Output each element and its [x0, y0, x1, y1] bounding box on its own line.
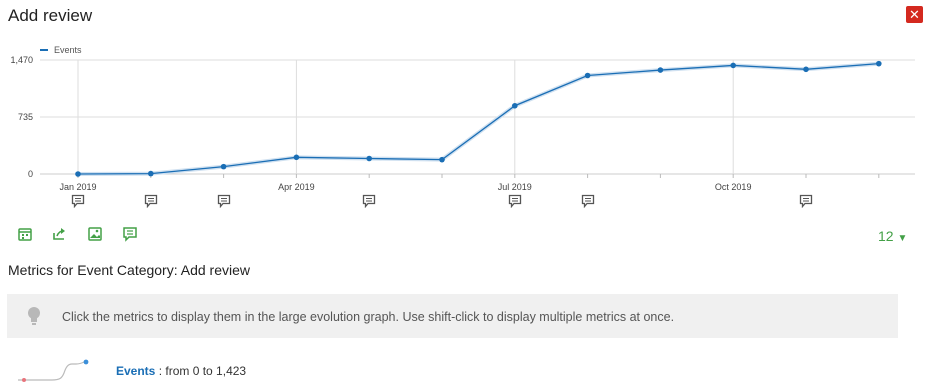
chevron-down-icon: ▼: [897, 233, 908, 244]
close-button[interactable]: ✕: [906, 6, 923, 23]
chart-legend: Events: [40, 45, 82, 55]
lightbulb-icon: [28, 307, 40, 325]
annotation-icon[interactable]: [71, 194, 85, 209]
period-selector[interactable]: 12 ▼: [878, 228, 907, 244]
annotation-icon[interactable]: [144, 194, 158, 209]
annotation-icon[interactable]: [581, 194, 595, 209]
y-tick-label: 735: [18, 112, 33, 122]
period-value: 12: [878, 228, 894, 244]
calendar-icon[interactable]: [17, 226, 33, 242]
sparkline-min-point: [22, 378, 26, 382]
y-tick-label: 1,470: [10, 55, 33, 65]
series-line-shadow: [77, 61, 879, 176]
image-icon[interactable]: [87, 226, 103, 242]
data-point[interactable]: [657, 67, 664, 73]
info-text: Click the metrics to display them in the…: [62, 310, 675, 324]
y-axis-labels: 1,470 735 0: [10, 55, 33, 179]
x-tick-label: Oct 2019: [715, 182, 752, 192]
metric-row-events: Events : from 0 to 1,423: [116, 364, 246, 378]
data-point[interactable]: [148, 170, 154, 177]
data-point[interactable]: [512, 102, 518, 109]
export-icon[interactable]: [51, 226, 67, 242]
y-tick-label: 0: [28, 169, 33, 179]
data-point[interactable]: [730, 62, 736, 69]
data-point[interactable]: [439, 156, 445, 163]
annotation-icon[interactable]: [508, 194, 522, 209]
metrics-heading: Metrics for Event Category: Add review: [8, 262, 250, 278]
data-point[interactable]: [876, 60, 882, 67]
data-point[interactable]: [293, 154, 300, 161]
sparkline-max-point: [83, 359, 89, 365]
evolution-chart: 1,470 735 0 Jan 2019 Apr 2019 Jul 2019 Oct 20…: [10, 45, 915, 192]
info-notification: Click the metrics to display them in the…: [7, 294, 898, 338]
annotation-icon[interactable]: [122, 226, 138, 242]
series-line: [77, 62, 879, 175]
data-point[interactable]: [366, 155, 373, 162]
x-tick-label: Jan 2019: [59, 182, 96, 192]
metric-name[interactable]: Events: [116, 364, 155, 378]
legend-label[interactable]: Events: [54, 45, 82, 55]
annotation-icon[interactable]: [799, 194, 813, 209]
events-sparkline[interactable]: [18, 356, 98, 386]
annotation-icon[interactable]: [217, 194, 231, 209]
data-point[interactable]: [75, 171, 81, 177]
x-axis-labels: Jan 2019 Apr 2019 Jul 2019 Oct 2019: [59, 182, 751, 192]
chart-grid: [40, 59, 915, 178]
series-events: [75, 60, 882, 177]
x-tick-label: Apr 2019: [278, 182, 315, 192]
data-point[interactable]: [584, 72, 591, 79]
metric-range: : from 0 to 1,423: [158, 364, 247, 378]
annotation-icon[interactable]: [362, 194, 376, 209]
x-tick-label: Jul 2019: [498, 182, 532, 192]
page-title: Add review: [8, 6, 93, 25]
data-point[interactable]: [220, 163, 227, 170]
data-point[interactable]: [803, 66, 809, 73]
